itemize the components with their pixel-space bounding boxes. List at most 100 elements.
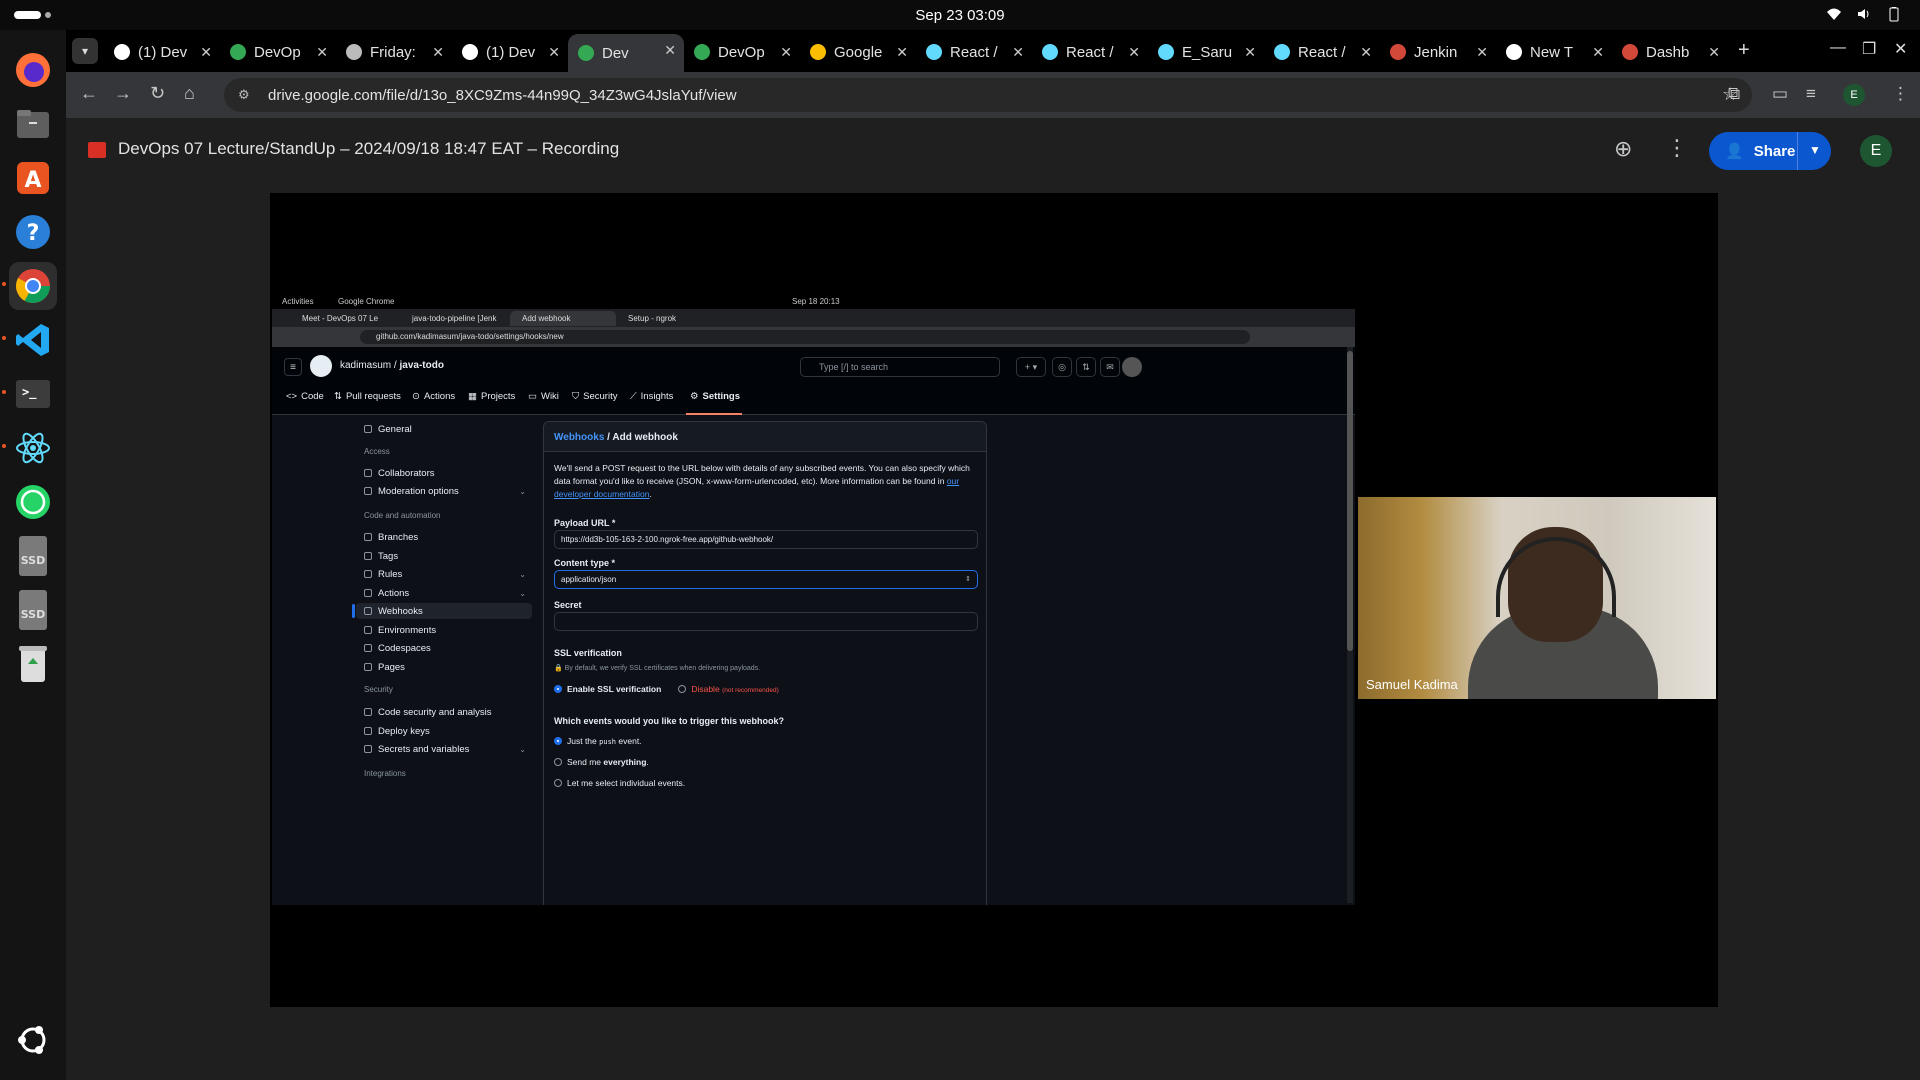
- extensions-icon[interactable]: ⧉: [1728, 84, 1740, 104]
- browser-tab[interactable]: React / ✕: [916, 36, 1032, 68]
- sidebar-item-deploy-keys: Deploy keys: [356, 723, 532, 739]
- whatsapp-icon[interactable]: [9, 478, 57, 526]
- content-type-label: Content type *: [554, 558, 616, 568]
- forward-button[interactable]: →: [114, 83, 132, 104]
- close-tab-icon[interactable]: ✕: [1476, 44, 1488, 61]
- tab-title: Dev: [602, 44, 629, 62]
- system-top-bar: Sep 23 03:09: [0, 0, 1920, 30]
- browser-tab[interactable]: Friday: ✕: [336, 36, 452, 68]
- close-tab-icon[interactable]: ✕: [316, 44, 328, 61]
- event-individual-radio: Let me select individual events.: [554, 778, 685, 788]
- close-tab-icon[interactable]: ✕: [780, 44, 792, 61]
- sidebar-item-secrets: Secrets and variables ⌄: [356, 741, 532, 757]
- dock: A ? >_ SSD SSD: [0, 30, 66, 1080]
- running-indicator: [2, 336, 6, 340]
- tab-favicon-icon: [694, 44, 710, 60]
- browser-tab[interactable]: Jenkin ✕: [1380, 36, 1496, 68]
- browser-tab[interactable]: New T ✕: [1496, 36, 1612, 68]
- share-label: Share: [1753, 142, 1796, 160]
- file-title: DevOps 07 Lecture/StandUp – 2024/09/18 1…: [118, 139, 620, 158]
- show-apps-icon[interactable]: [9, 1016, 57, 1064]
- close-tab-icon[interactable]: ✕: [896, 44, 908, 61]
- sidebar-heading: Security: [364, 685, 393, 694]
- github-avatar: [1122, 357, 1142, 377]
- system-clock[interactable]: Sep 23 03:09: [915, 7, 1004, 24]
- share-button[interactable]: 👤 Share ▼: [1709, 132, 1831, 170]
- chrome-menu-icon[interactable]: ⋮: [1892, 84, 1909, 104]
- browser-tab[interactable]: (1) Dev ✕: [104, 36, 220, 68]
- close-tab-icon[interactable]: ✕: [1360, 44, 1372, 61]
- ssl-note: 🔒 By default, we verify SSL certificates…: [554, 665, 761, 672]
- tab-favicon-icon: [926, 44, 942, 60]
- close-tab-icon[interactable]: ✕: [1012, 44, 1024, 61]
- browser-tab[interactable]: Google ✕: [800, 36, 916, 68]
- tab-search-button[interactable]: ▾: [72, 38, 98, 64]
- browser-tab[interactable]: E_Saru ✕: [1148, 36, 1264, 68]
- terminal-icon[interactable]: >_: [9, 370, 57, 418]
- address-bar[interactable]: ⚙ drive.google.com/file/d/13o_8XC9Zms-44…: [224, 78, 1752, 112]
- close-tab-icon[interactable]: ✕: [1244, 44, 1256, 61]
- more-options-icon[interactable]: ⋮: [1666, 135, 1688, 161]
- browser-tab[interactable]: Dashb ✕: [1612, 36, 1728, 68]
- ssl-enable-radio: Enable SSL verification Disable (not reco…: [554, 684, 779, 694]
- browser-tab[interactable]: React / ✕: [1032, 36, 1148, 68]
- svg-text:SSD: SSD: [21, 608, 45, 621]
- firefox-icon[interactable]: [9, 46, 57, 94]
- shared-toolbar: github.com/kadimasum/java-todo/settings/…: [272, 327, 1355, 347]
- close-tab-icon[interactable]: ✕: [664, 42, 676, 59]
- participant-video-tile: Samuel Kadima: [1358, 497, 1716, 699]
- vscode-icon[interactable]: [9, 316, 57, 364]
- activities-button[interactable]: [14, 11, 51, 19]
- chrome-icon[interactable]: [9, 262, 57, 310]
- tab-title: E_Saru: [1182, 43, 1233, 61]
- repo-path: kadimasum / java-todo: [340, 360, 444, 371]
- close-tab-icon[interactable]: ✕: [200, 44, 212, 61]
- close-tab-icon[interactable]: ✕: [1592, 44, 1604, 61]
- close-tab-icon[interactable]: ✕: [1128, 44, 1140, 61]
- home-button[interactable]: ⌂: [184, 83, 195, 104]
- files-icon[interactable]: [9, 100, 57, 148]
- close-tab-icon[interactable]: ✕: [548, 44, 560, 61]
- trash-icon[interactable]: [9, 640, 57, 688]
- new-tab-button[interactable]: +: [1738, 39, 1750, 62]
- sidebar-item-collaborators: Collaborators: [356, 465, 532, 481]
- share-dropdown-icon[interactable]: ▼: [1809, 143, 1821, 157]
- browser-tab[interactable]: React / ✕: [1264, 36, 1380, 68]
- tab-title: React /: [1298, 43, 1346, 61]
- media-control-icon[interactable]: ≡: [1806, 84, 1816, 104]
- close-tab-icon[interactable]: ✕: [1708, 44, 1720, 61]
- system-tray[interactable]: [1826, 6, 1902, 22]
- people-icon: 👤: [1725, 143, 1744, 160]
- back-button[interactable]: ←: [80, 83, 98, 104]
- sidebar-item-pages: Pages: [356, 659, 532, 675]
- add-shortcut-icon[interactable]: ⊕: [1614, 136, 1632, 162]
- browser-tab[interactable]: DevOp ✕: [220, 36, 336, 68]
- close-tab-icon[interactable]: ✕: [432, 44, 444, 61]
- ssd-drive-icon[interactable]: SSD: [9, 532, 57, 580]
- tab-favicon-icon: [810, 44, 826, 60]
- site-info-icon[interactable]: ⚙: [238, 87, 254, 103]
- account-avatar[interactable]: E: [1860, 135, 1892, 167]
- cast-icon[interactable]: ▭: [1772, 84, 1788, 104]
- content-type-select: application/json ⇕: [554, 570, 978, 589]
- restore-button[interactable]: ❐: [1862, 39, 1876, 59]
- help-icon[interactable]: ?: [9, 208, 57, 256]
- browser-tab[interactable]: DevOp ✕: [684, 36, 800, 68]
- app-center-icon[interactable]: A: [9, 154, 57, 202]
- browser-tab[interactable]: Dev ✕: [568, 34, 684, 72]
- running-indicator: [2, 282, 6, 286]
- tab-title: (1) Dev: [138, 43, 188, 61]
- lock-icon: 🔒: [554, 665, 563, 672]
- ssd-drive-icon[interactable]: SSD: [9, 586, 57, 634]
- browser-tab[interactable]: (1) Dev ✕: [452, 36, 568, 68]
- tab-title: DevOp: [254, 43, 301, 61]
- video-player[interactable]: Activities Google Chrome Sep 18 20:13 Me…: [270, 193, 1718, 1007]
- repo-tab-projects: ▦ Projects: [468, 391, 516, 402]
- minimize-button[interactable]: —: [1830, 39, 1846, 57]
- react-devtools-icon[interactable]: [9, 424, 57, 472]
- reload-button[interactable]: ↻: [150, 83, 165, 104]
- profile-avatar[interactable]: E: [1843, 84, 1865, 106]
- svg-text:?: ?: [27, 221, 40, 246]
- tab-favicon-icon: [114, 44, 130, 60]
- close-window-button[interactable]: ✕: [1894, 39, 1907, 59]
